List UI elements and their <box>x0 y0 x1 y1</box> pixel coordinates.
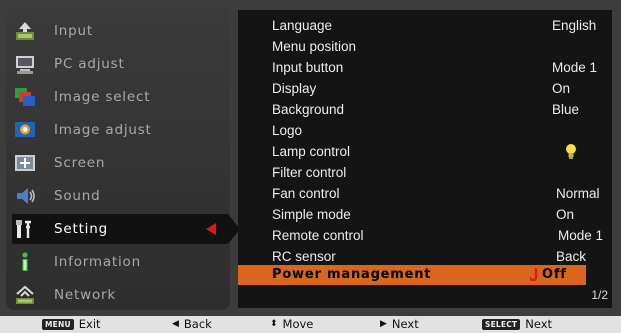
menu-item-label: Image select <box>54 89 151 105</box>
setting-row-filter-control[interactable]: Filter control <box>238 163 612 183</box>
image-select-icon <box>12 85 38 109</box>
menu-item-label: Network <box>54 287 116 303</box>
setting-value: Mode 1 <box>552 60 598 75</box>
menu-item-setting[interactable]: Setting <box>12 214 240 244</box>
screen-icon <box>12 151 38 175</box>
hint-exit-label: Exit <box>78 317 101 331</box>
setting-row-input-button[interactable]: Input button Mode 1 <box>238 58 612 78</box>
menu-item-sound[interactable]: Sound <box>12 181 228 211</box>
sound-icon <box>12 184 38 208</box>
setting-name: Simple mode <box>272 207 351 222</box>
page-indicator: 1/2 <box>591 288 608 302</box>
setting-row-menu-position[interactable]: Menu position <box>238 37 612 57</box>
setting-name: Language <box>272 18 333 33</box>
setting-name: Fan control <box>272 186 340 201</box>
pc-adjust-icon <box>12 52 38 76</box>
menu-item-label: Screen <box>54 155 106 171</box>
menu-item-label: Sound <box>54 188 101 204</box>
setting-name: Remote control <box>272 228 364 243</box>
menu-item-label: Setting <box>54 221 108 237</box>
menu-item-label: Image adjust <box>54 122 152 138</box>
setting-value: Normal <box>556 186 600 201</box>
setting-value: English <box>552 18 597 33</box>
setting-name: Background <box>272 102 345 117</box>
help-bar: MENU Exit ◀ Back ⬍ Move ▶ Next SELECT Ne… <box>0 316 621 333</box>
setting-name: Logo <box>272 123 303 138</box>
lamp-bulb-icon <box>564 142 578 163</box>
setting-name: Display <box>272 81 317 96</box>
hint-back: ◀ Back <box>172 317 212 331</box>
menu-item-screen[interactable]: Screen <box>12 148 228 178</box>
setting-row-simple-mode[interactable]: Simple mode On <box>238 205 612 225</box>
menu-item-label: Input <box>54 23 93 39</box>
setting-row-rc-sensor[interactable]: RC sensor Back <box>238 247 612 267</box>
information-icon <box>12 250 38 274</box>
setting-name: RC sensor <box>272 249 336 264</box>
setting-name: Input button <box>272 60 344 75</box>
setting-value: Mode 1 <box>558 228 604 243</box>
active-marker-icon <box>206 223 216 235</box>
menu-item-image-adjust[interactable]: Image adjust <box>12 115 228 145</box>
menu-item-label: PC adjust <box>54 56 125 72</box>
hint-select-next-label: Next <box>525 317 553 331</box>
up-down-arrow-icon: ⬍ <box>270 319 278 329</box>
selection-pointer-icon <box>528 268 539 282</box>
image-adjust-icon <box>12 118 38 142</box>
left-arrow-icon: ◀ <box>172 319 179 329</box>
menu-key-icon: MENU <box>42 318 74 330</box>
input-icon <box>12 19 38 43</box>
setting-icon <box>12 217 38 241</box>
setting-name: Filter control <box>272 165 347 180</box>
hint-move: ⬍ Move <box>270 317 313 331</box>
setting-row-display[interactable]: Display On <box>238 79 612 99</box>
setting-value: On <box>552 81 571 96</box>
setting-row-fan-control[interactable]: Fan control Normal <box>238 184 612 204</box>
setting-name: Power management <box>272 267 432 282</box>
main-menu: Input PC adjust Image select Image adjus… <box>6 8 240 310</box>
setting-row-power-management[interactable]: Power management Off <box>238 265 586 285</box>
setting-row-language[interactable]: Language English <box>238 16 612 36</box>
setting-name: Lamp control <box>272 144 351 159</box>
hint-next: ▶ Next <box>380 317 419 331</box>
setting-value: Back <box>556 249 587 264</box>
setting-name: Menu position <box>272 39 357 54</box>
setting-value: Blue <box>552 102 580 117</box>
menu-item-label: Information <box>54 254 141 270</box>
projector-osd: Input PC adjust Image select Image adjus… <box>0 0 621 318</box>
setting-row-background[interactable]: Background Blue <box>238 100 612 120</box>
setting-row-logo[interactable]: Logo <box>238 121 612 141</box>
hint-move-label: Move <box>282 317 314 331</box>
setting-value: Off <box>542 267 567 282</box>
hint-select-next: SELECT Next <box>482 317 552 331</box>
hint-exit: MENU Exit <box>42 317 101 331</box>
right-arrow-icon: ▶ <box>380 319 387 329</box>
network-icon <box>12 283 38 307</box>
menu-item-pc-adjust[interactable]: PC adjust <box>12 49 228 79</box>
setting-value: On <box>556 207 575 222</box>
menu-item-network[interactable]: Network <box>12 280 228 310</box>
menu-item-image-select[interactable]: Image select <box>12 82 228 112</box>
menu-item-input[interactable]: Input <box>12 16 228 46</box>
select-key-icon: SELECT <box>482 318 521 330</box>
settings-panel: Language English Menu position Input but… <box>238 10 612 308</box>
setting-row-remote-control[interactable]: Remote control Mode 1 <box>238 226 612 246</box>
hint-back-label: Back <box>183 317 212 331</box>
setting-row-lamp-control[interactable]: Lamp control <box>238 142 612 162</box>
hint-next-label: Next <box>391 317 419 331</box>
menu-item-information[interactable]: Information <box>12 247 228 277</box>
